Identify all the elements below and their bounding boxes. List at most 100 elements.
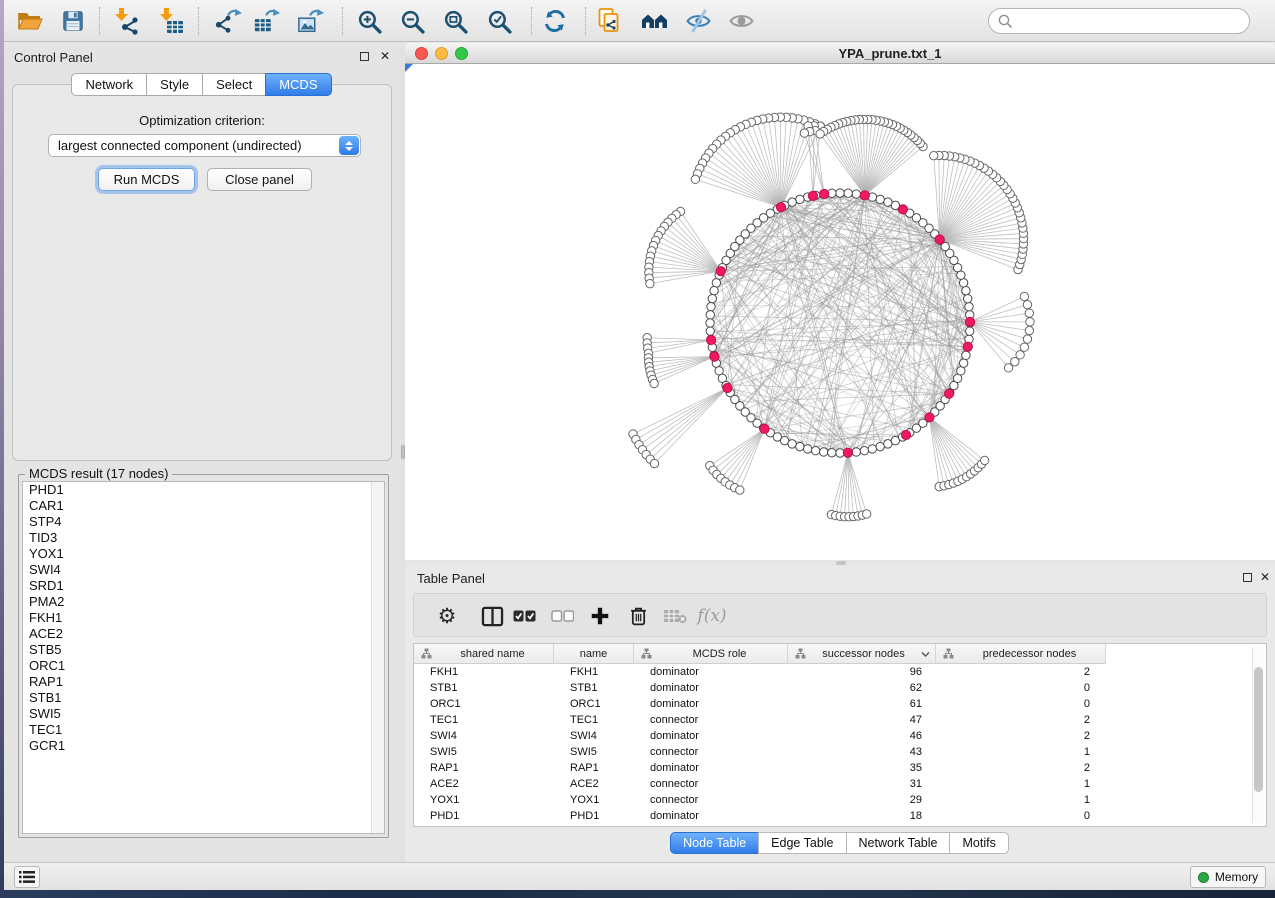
column-header-MCDS-role[interactable]: MCDS role <box>634 644 788 664</box>
network-canvas[interactable] <box>405 64 1275 560</box>
column-header-shared-name[interactable]: shared name <box>414 644 554 664</box>
mcds-result-item[interactable]: PMA2 <box>23 594 384 610</box>
mcds-result-item[interactable]: STB1 <box>23 690 384 706</box>
export-image-icon[interactable] <box>297 7 325 35</box>
unselect-all-columns-icon[interactable] <box>547 602 577 630</box>
search-input[interactable] <box>1013 11 1249 31</box>
mcds-result-item[interactable]: TID3 <box>23 530 384 546</box>
clone-network-icon[interactable] <box>596 7 624 35</box>
splitter-grip[interactable] <box>401 445 405 459</box>
window-close-traffic-light[interactable] <box>415 47 428 60</box>
table-cell: TEC1 <box>554 712 634 728</box>
close-panel-button[interactable]: Close panel <box>207 168 312 191</box>
memory-button[interactable]: Memory <box>1190 866 1266 888</box>
mcds-result-item[interactable]: TEC1 <box>23 722 384 738</box>
table-scrollbar[interactable] <box>1252 647 1264 823</box>
tab-network[interactable]: Network <box>71 73 147 96</box>
scrollbar-thumb[interactable] <box>1254 667 1263 792</box>
table-cell: dominator <box>634 664 788 680</box>
splitter-grip[interactable] <box>836 561 846 565</box>
sort-chevron-icon <box>921 651 930 657</box>
refresh-icon[interactable] <box>541 7 569 35</box>
close-panel-icon[interactable]: ✕ <box>1260 572 1270 582</box>
table-row[interactable]: SWI4SWI4dominator462 <box>414 728 1106 744</box>
zoom-fit-icon[interactable] <box>441 7 469 35</box>
table-cell: 0 <box>936 808 1106 824</box>
table-row[interactable]: ORC1ORC1dominator610 <box>414 696 1106 712</box>
mcds-result-item[interactable]: RAP1 <box>23 674 384 690</box>
tab-select[interactable]: Select <box>202 73 266 96</box>
first-neighbors-icon[interactable] <box>640 7 668 35</box>
table-cell: YOX1 <box>554 792 634 808</box>
open-file-icon[interactable] <box>16 7 44 35</box>
zoom-out-icon[interactable] <box>398 7 426 35</box>
mcds-result-item[interactable]: STP4 <box>23 514 384 530</box>
column-type-icon <box>421 648 432 659</box>
mcds-result-item[interactable]: SWI4 <box>23 562 384 578</box>
mcds-result-item[interactable]: ACE2 <box>23 626 384 642</box>
column-header-successor-nodes[interactable]: successor nodes <box>788 644 936 664</box>
mcds-result-item[interactable]: YOX1 <box>23 546 384 562</box>
window-minimize-traffic-light[interactable] <box>435 47 448 60</box>
table-row[interactable]: ACE2ACE2connector311 <box>414 776 1106 792</box>
mcds-list-scrollbar[interactable] <box>371 482 384 833</box>
tab-network-table[interactable]: Network Table <box>846 832 951 854</box>
import-table-icon[interactable] <box>157 7 185 35</box>
mcds-result-item[interactable]: SRD1 <box>23 578 384 594</box>
add-column-icon[interactable] <box>585 602 615 630</box>
table-cell: 62 <box>788 680 936 696</box>
table-row[interactable]: SWI5SWI5connector431 <box>414 744 1106 760</box>
mcds-result-item[interactable]: STB5 <box>23 642 384 658</box>
tab-edge-table[interactable]: Edge Table <box>758 832 846 854</box>
table-cell: 1 <box>936 744 1106 760</box>
mcds-result-item[interactable]: GCR1 <box>23 738 384 754</box>
tab-mcds[interactable]: MCDS <box>265 73 331 96</box>
mcds-result-item[interactable]: FKH1 <box>23 610 384 626</box>
table-cell: STB1 <box>414 680 554 696</box>
table-cell: 47 <box>788 712 936 728</box>
table-row[interactable]: PHD1PHD1dominator180 <box>414 808 1106 824</box>
mcds-result-item[interactable]: ORC1 <box>23 658 384 674</box>
close-panel-icon[interactable]: ✕ <box>380 51 390 61</box>
zoom-in-icon[interactable] <box>355 7 383 35</box>
criterion-dropdown[interactable]: largest connected component (undirected) <box>48 134 361 157</box>
table-cell: 46 <box>788 728 936 744</box>
column-header-name[interactable]: name <box>554 644 634 664</box>
export-table-icon[interactable] <box>253 7 281 35</box>
table-cell: 29 <box>788 792 936 808</box>
table-row[interactable]: FKH1FKH1dominator962 <box>414 664 1106 680</box>
table-options-gear-icon[interactable]: ⚙ <box>432 602 462 630</box>
network-graph[interactable] <box>405 64 1275 560</box>
task-history-button[interactable] <box>14 866 40 888</box>
save-session-icon[interactable] <box>59 7 87 35</box>
table-row[interactable]: RAP1RAP1dominator352 <box>414 760 1106 776</box>
mcds-result-item[interactable]: CAR1 <box>23 498 384 514</box>
mcds-result-item[interactable]: SWI5 <box>23 706 384 722</box>
table-cell: 2 <box>936 712 1106 728</box>
toolbar-separator <box>99 7 100 35</box>
window-zoom-traffic-light[interactable] <box>455 47 468 60</box>
table-row[interactable]: STB1STB1dominator620 <box>414 680 1106 696</box>
table-toolbar: ⚙ f(x) <box>413 593 1267 637</box>
tab-style[interactable]: Style <box>146 73 203 96</box>
tab-motifs[interactable]: Motifs <box>949 832 1008 854</box>
table-row[interactable]: TEC1TEC1connector472 <box>414 712 1106 728</box>
select-all-columns-icon[interactable] <box>509 602 539 630</box>
float-panel-icon[interactable] <box>1243 573 1252 582</box>
import-network-icon[interactable] <box>112 7 140 35</box>
hide-selected-eye-slash-icon[interactable] <box>684 7 712 35</box>
zoom-selected-icon[interactable] <box>485 7 513 35</box>
run-mcds-button[interactable]: Run MCDS <box>98 168 195 191</box>
search-icon <box>997 13 1013 29</box>
table-cell: SWI5 <box>414 744 554 760</box>
table-row[interactable]: YOX1YOX1connector291 <box>414 792 1106 808</box>
float-panel-icon[interactable] <box>360 52 369 61</box>
table-cell: dominator <box>634 760 788 776</box>
export-network-icon[interactable] <box>214 7 242 35</box>
column-header-predecessor-nodes[interactable]: predecessor nodes <box>936 644 1106 664</box>
show-column-panel-icon[interactable] <box>477 602 507 630</box>
tab-node-table[interactable]: Node Table <box>670 832 759 854</box>
delete-column-trash-icon[interactable] <box>623 602 653 630</box>
table-cell: connector <box>634 712 788 728</box>
mcds-result-item[interactable]: PHD1 <box>23 482 384 498</box>
